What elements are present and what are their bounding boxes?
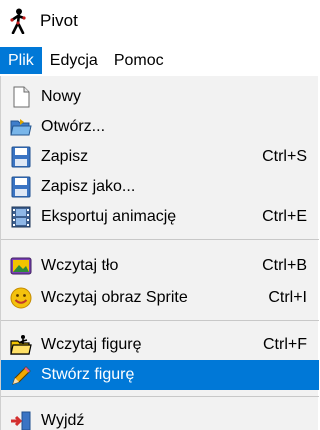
menu-item-otworz[interactable]: Otwórz... (1, 112, 319, 142)
exit-door-icon (11, 411, 31, 430)
menu-item-wczytaj-tlo[interactable]: Wczytaj tło Ctrl+B (1, 251, 319, 281)
menu-item-label: Zapisz jako... (41, 178, 136, 195)
menu-item-zapisz-jako[interactable]: Zapisz jako... (1, 172, 319, 202)
menu-item-wczytaj-figure[interactable]: Wczytaj figurę Ctrl+F (1, 330, 319, 360)
menu-item-shortcut: Ctrl+B (262, 257, 307, 274)
file-menu-dropdown: Nowy Otwórz... Zapisz Ctrl+S Zapisz jako… (0, 76, 319, 430)
new-document-icon (13, 86, 30, 108)
menu-item-wczytaj-sprite[interactable]: Wczytaj obraz Sprite Ctrl+I (1, 283, 319, 313)
save-as-disk-icon (11, 176, 31, 198)
menu-separator (1, 239, 319, 240)
menu-item-stworz-figure[interactable]: Stwórz figurę (1, 360, 319, 390)
load-figure-icon (10, 335, 32, 355)
menu-item-shortcut: Ctrl+E (262, 208, 307, 225)
menu-bar: Plik Edycja Pomoc (0, 47, 318, 74)
menu-item-label: Wczytaj obraz Sprite (41, 289, 188, 306)
save-disk-icon (11, 146, 31, 168)
menu-item-label: Eksportuj animację (41, 208, 177, 225)
menu-item-label: Wczytaj tło (41, 257, 119, 274)
pencil-icon (12, 366, 31, 385)
menu-item-label: Zapisz (41, 148, 89, 165)
open-folder-icon (10, 119, 32, 136)
menu-item-label: Nowy (41, 88, 82, 105)
menu-item-shortcut: Ctrl+S (262, 148, 307, 165)
menu-item-label: Wczytaj figurę (41, 336, 142, 353)
menu-separator (1, 320, 319, 321)
smiley-icon (10, 287, 32, 309)
window-title: Pivot (40, 11, 78, 30)
menu-item-nowy[interactable]: Nowy (1, 82, 319, 112)
menu-item-label: Otwórz... (41, 118, 106, 135)
film-strip-icon (11, 206, 31, 228)
menu-item-wyjdz[interactable]: Wyjdź (1, 406, 319, 430)
menu-item-shortcut: Ctrl+F (263, 336, 307, 353)
menu-item-eksportuj[interactable]: Eksportuj animację Ctrl+E (1, 202, 319, 232)
menu-plik[interactable]: Plik (0, 47, 42, 74)
menu-item-shortcut: Ctrl+I (268, 289, 307, 306)
menu-item-label: Stwórz figurę (41, 366, 135, 383)
stick-figure-icon (10, 8, 26, 34)
menu-item-zapisz[interactable]: Zapisz Ctrl+S (1, 142, 319, 172)
menu-edycja[interactable]: Edycja (42, 47, 106, 74)
title-bar: Pivot (0, 0, 318, 42)
menu-separator (1, 396, 319, 397)
menu-item-label: Wyjdź (41, 412, 85, 429)
background-image-icon (10, 257, 32, 275)
menu-pomoc[interactable]: Pomoc (106, 47, 172, 74)
